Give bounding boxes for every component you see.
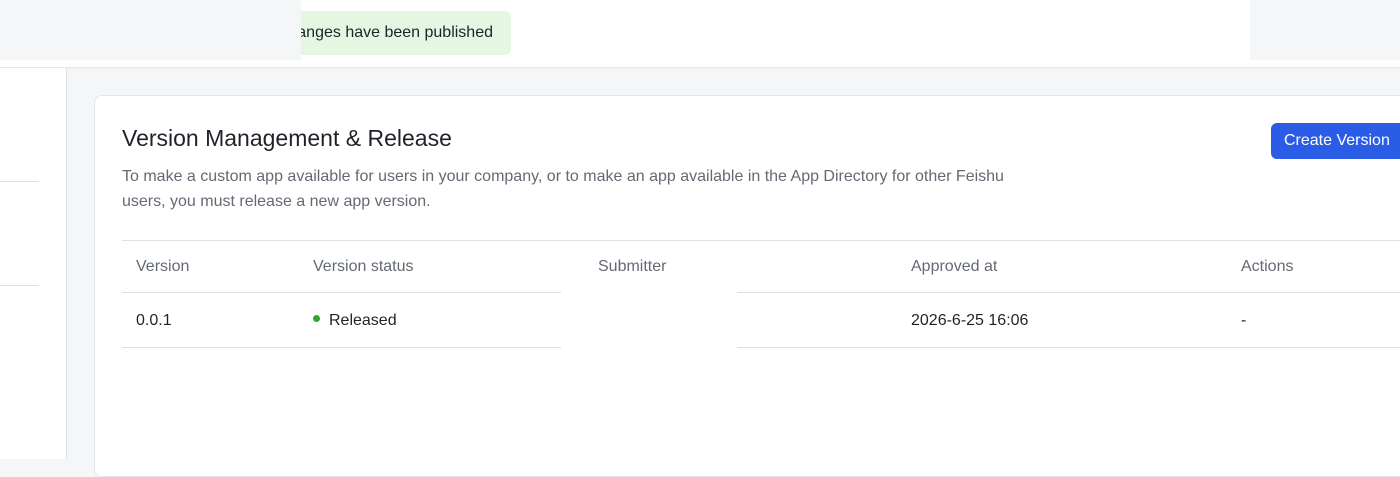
header-approved-at: Approved at [911,258,998,275]
page-title: Version Management & Release [122,125,452,151]
cell-actions: - [1241,312,1247,329]
page-description: To make a custom app available for users… [122,168,1004,210]
header-submitter: Submitter [598,258,667,275]
table-row-border [737,347,1400,348]
status-label: Released [329,312,397,329]
top-bar-right-panel [1250,0,1400,60]
header-actions: Actions [1241,258,1294,275]
sidebar-divider [0,181,39,182]
cell-version-status: Released [313,312,397,330]
cell-version: 0.0.1 [136,312,172,329]
header-version-status: Version status [313,258,414,275]
status-released-dot-icon [313,315,320,323]
header-version: Version [136,258,190,275]
create-version-button[interactable]: Create Version [1271,123,1400,159]
cell-approved-at: 2026-6-25 16:06 [911,312,1029,329]
version-management-card: Version Management & Release To make a c… [94,95,1400,477]
table-top-border [122,240,1400,241]
table-header-border [737,292,1400,293]
table-row-border [122,347,561,348]
toast-message: anges have been published [297,24,493,41]
top-bar-left-panel [0,0,301,60]
sidebar-divider [0,285,39,286]
sidebar [0,68,67,459]
table-header-border [122,292,561,293]
